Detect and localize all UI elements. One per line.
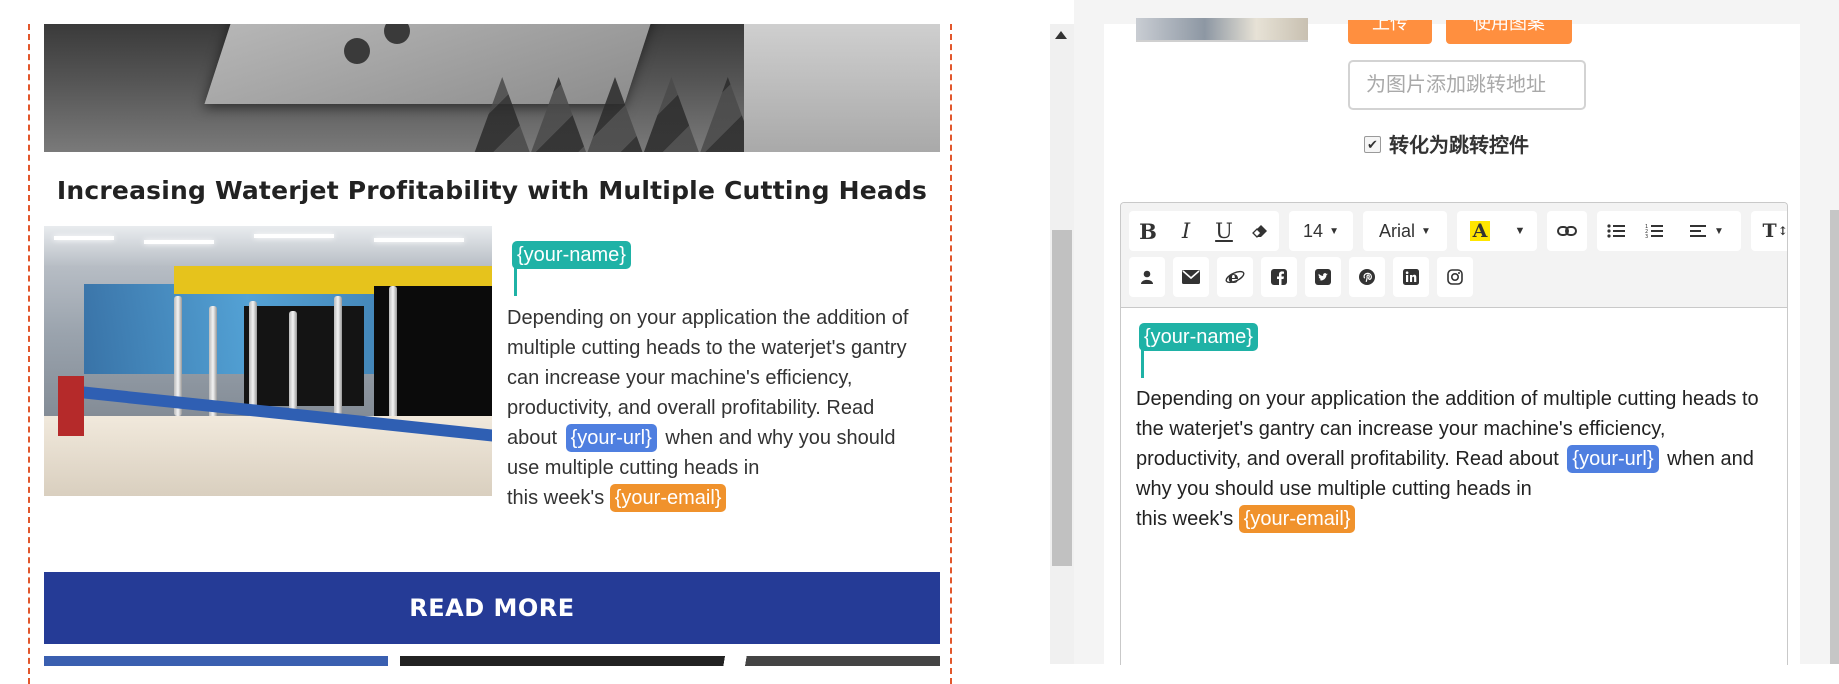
font-size-select[interactable]: 14 ▼ — [1289, 211, 1353, 251]
name-merge-tag[interactable]: {your-name} — [1139, 323, 1258, 351]
font-size-value: 14 — [1303, 220, 1324, 241]
eraser-icon[interactable] — [1241, 211, 1279, 251]
preview-scroll-thumb[interactable] — [1052, 230, 1072, 566]
twitter-icon[interactable] — [1305, 257, 1341, 297]
bold-icon[interactable]: B — [1129, 211, 1167, 251]
line-height-icon: ↕ — [1777, 224, 1788, 238]
align-left-icon — [1690, 225, 1707, 237]
image-light — [254, 234, 334, 238]
chevron-down-icon: ▼ — [1714, 225, 1724, 237]
editor-content-area[interactable]: {your-name} Depending on your applicatio… — [1121, 308, 1787, 665]
email-merge-tag[interactable]: {your-email} — [1238, 505, 1356, 533]
editor-toolbar: B I U 14 ▼ Arial ▼ A ▼ 123 ▼ T↕▼ — [1121, 203, 1787, 308]
font-family-select[interactable]: Arial ▼ — [1363, 211, 1447, 251]
image-ceiling — [44, 226, 492, 266]
italic-icon[interactable]: I — [1167, 211, 1205, 251]
convert-to-link-label: 转化为跳转控件 — [1389, 135, 1529, 157]
url-merge-tag[interactable]: {your-url} — [565, 424, 657, 452]
hero-image[interactable] — [44, 24, 940, 152]
instagram-icon[interactable] — [1437, 257, 1473, 297]
image-light — [374, 238, 464, 242]
hero-metal-plate — [204, 24, 664, 104]
rich-text-editor: B I U 14 ▼ Arial ▼ A ▼ 123 ▼ T↕▼ — [1120, 202, 1788, 665]
email-merge-tag[interactable]: {your-email} — [609, 484, 727, 512]
facebook-icon[interactable] — [1261, 257, 1297, 297]
image-preview-thumbnail — [1136, 18, 1308, 42]
body-text: this week's — [507, 487, 610, 509]
hero-hole — [344, 38, 370, 64]
linkedin-icon[interactable] — [1393, 257, 1429, 297]
chevron-down-icon: ▼ — [1421, 225, 1431, 237]
use-icon-button-label: 使用图案 — [1473, 20, 1545, 33]
chevron-down-icon: ▼ — [1329, 225, 1339, 237]
pinterest-icon[interactable] — [1349, 257, 1385, 297]
use-icon-button[interactable]: 使用图案 — [1446, 20, 1572, 44]
editor-body-text[interactable]: Depending on your application the additi… — [1136, 384, 1776, 534]
highlight-color-icon[interactable]: A — [1457, 211, 1503, 251]
editor-scroll-thumb[interactable] — [1830, 210, 1839, 664]
body-text: this week's — [1136, 508, 1239, 530]
insert-url-browser-icon[interactable]: e — [1217, 257, 1253, 297]
image-machine — [244, 306, 364, 406]
underline-icon[interactable]: U — [1205, 211, 1243, 251]
image-red-cart — [58, 376, 84, 436]
color-dropdown-icon[interactable]: ▼ — [1503, 211, 1537, 251]
next-article-image[interactable] — [44, 656, 388, 666]
scroll-up-arrow-icon[interactable] — [1055, 31, 1067, 39]
font-family-value: Arial — [1379, 220, 1416, 241]
insert-name-user-icon[interactable] — [1129, 257, 1165, 297]
link-icon[interactable] — [1547, 211, 1587, 251]
merge-tag-pointer — [514, 266, 517, 296]
insert-email-envelope-icon[interactable] — [1173, 257, 1209, 297]
bullet-list-icon[interactable] — [1597, 211, 1635, 251]
hero-metal-surface — [744, 24, 940, 152]
next-article-image[interactable] — [400, 656, 940, 666]
line-height-select[interactable]: T↕▼ — [1751, 211, 1788, 251]
name-merge-tag[interactable]: {your-name} — [512, 241, 631, 269]
url-merge-tag[interactable]: {your-url} — [1567, 445, 1659, 473]
image-light — [144, 240, 214, 244]
numbered-list-icon[interactable]: 123 — [1635, 211, 1673, 251]
upload-button[interactable]: 上传 — [1348, 20, 1432, 44]
article-title: Increasing Waterjet Profitability with M… — [56, 176, 928, 205]
read-more-button[interactable]: READ MORE — [44, 572, 940, 644]
image-cutting-head — [389, 286, 397, 436]
article-body: Depending on your application the additi… — [507, 303, 927, 513]
upload-button-label: 上传 — [1372, 20, 1408, 33]
align-select[interactable]: ▼ — [1673, 211, 1741, 251]
convert-to-link-checkbox[interactable]: ✔ — [1364, 136, 1381, 153]
svg-text:3: 3 — [1645, 234, 1648, 239]
image-link-url-input[interactable] — [1348, 60, 1586, 110]
svg-text:e: e — [1228, 268, 1239, 287]
merge-tag-pointer — [1141, 348, 1144, 378]
article-image[interactable] — [44, 226, 492, 496]
image-light — [54, 236, 114, 240]
